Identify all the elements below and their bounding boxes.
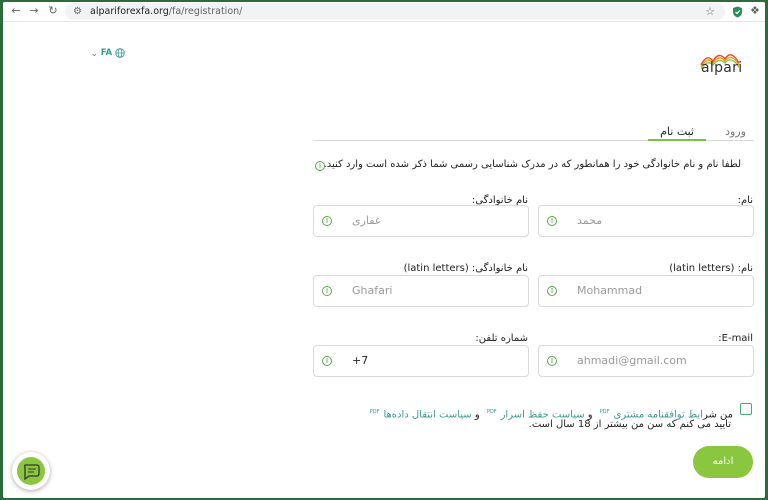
last-name-latin-value: Ghafari xyxy=(352,284,393,297)
chat-bubble xyxy=(17,457,45,485)
info-icon[interactable]: i xyxy=(547,216,557,226)
chat-icon xyxy=(24,464,40,481)
language-code: FA xyxy=(100,48,113,58)
first-name-latin-field[interactable]: Mohammad i xyxy=(538,275,754,307)
age-confirmation: تایید می کنم که سن من بیشتر از 18 سال اس… xyxy=(528,419,731,430)
email-field[interactable]: ahmadi@gmail.com i xyxy=(538,345,754,377)
continue-button[interactable]: ادامه xyxy=(693,446,753,478)
url-text[interactable]: alpariforexfa.org/fa/registration/ xyxy=(90,3,242,20)
info-icon[interactable]: i xyxy=(547,356,557,366)
pdf-badge: PDF xyxy=(486,409,497,415)
first-name-latin-label: نام: (latin letters) xyxy=(669,263,753,274)
phone-value: +7 xyxy=(352,354,369,367)
tab-login[interactable]: ورود xyxy=(725,124,746,140)
forward-icon[interactable]: → xyxy=(27,4,41,18)
info-icon[interactable]: i xyxy=(322,356,332,366)
language-switcher[interactable]: ⌄ FA xyxy=(91,48,125,58)
last-name-field[interactable]: غفاری i xyxy=(313,205,529,237)
last-name-latin-label: نام خانوادگی: (latin letters) xyxy=(403,263,528,274)
phone-field[interactable]: +7 i xyxy=(313,345,529,377)
last-name-value: غفاری xyxy=(352,214,381,227)
url-path: /fa/registration/ xyxy=(168,6,243,17)
info-icon[interactable]: i xyxy=(547,286,557,296)
info-icon[interactable]: i xyxy=(322,216,332,226)
email-placeholder: ahmadi@gmail.com xyxy=(577,354,687,367)
tab-register[interactable]: ثبت نام xyxy=(648,124,706,141)
logo-text: alpari xyxy=(701,60,743,76)
url-host: alpariforexfa.org xyxy=(90,6,169,17)
chevron-down-icon: ⌄ xyxy=(91,48,98,58)
extensions-puzzle-icon[interactable]: ❖ xyxy=(750,4,760,18)
browser-window: ← → ↻ ⚙ alpariforexfa.org/fa/registratio… xyxy=(3,2,765,498)
auth-tabs: ورود ثبت نام xyxy=(313,124,754,141)
reload-icon[interactable]: ↻ xyxy=(46,4,60,18)
globe-icon xyxy=(115,48,125,58)
email-label: E-mail: xyxy=(718,333,753,344)
terms-and: و xyxy=(471,409,483,421)
back-icon[interactable]: ← xyxy=(9,4,23,18)
name-instruction: لطفا نام و نام خانوادگی خود را همانطور ک… xyxy=(323,159,741,170)
last-name-latin-field[interactable]: Ghafari i xyxy=(313,275,529,307)
terms-checkbox[interactable] xyxy=(740,403,752,415)
bookmark-star-icon[interactable]: ☆ xyxy=(705,3,715,20)
first-name-latin-value: Mohammad xyxy=(577,284,643,297)
first-name-field[interactable]: محمد i xyxy=(538,205,754,237)
pdf-badge: PDF xyxy=(599,409,610,415)
phone-label: شماره تلفن: xyxy=(475,333,528,344)
site-settings-icon[interactable]: ⚙ xyxy=(73,5,82,18)
pdf-badge: PDF xyxy=(369,409,380,415)
extension-shield-icon[interactable] xyxy=(732,6,743,18)
chat-button[interactable] xyxy=(12,452,50,490)
data-transfer-policy-link[interactable]: سیاست انتقال داده‌ها xyxy=(383,409,471,420)
first-name-value: محمد xyxy=(577,214,603,227)
address-bar[interactable]: ⚙ alpariforexfa.org/fa/registration/ ☆ xyxy=(65,3,725,20)
info-icon[interactable]: i xyxy=(322,286,332,296)
info-icon[interactable]: i xyxy=(315,161,325,171)
browser-toolbar: ← → ↻ ⚙ alpariforexfa.org/fa/registratio… xyxy=(3,2,765,22)
